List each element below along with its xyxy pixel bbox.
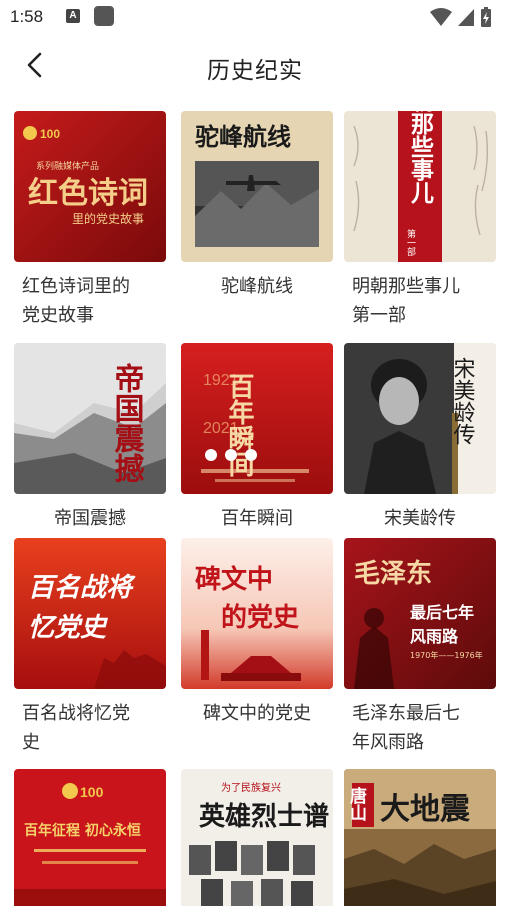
thumb-text: 忆党史 xyxy=(28,613,109,643)
grid-item[interactable]: 毛泽东 最后七年 风雨路 1970年——1976年 毛泽东最后七 年风雨路 xyxy=(344,538,496,757)
grid-item[interactable]: 唐山 大地震 xyxy=(344,769,496,906)
cover-image: 100 百年征程 初心永恒 xyxy=(14,769,166,906)
thumb-text: 帝国震撼 xyxy=(109,362,145,483)
grid-item[interactable]: 100 百年征程 初心永恒 xyxy=(14,769,166,906)
cover-image: 100 系列融媒体产品 红色诗词 里的党史故事 xyxy=(14,111,166,262)
notification-icon: A xyxy=(66,9,80,23)
thumb-text: 红色诗词 xyxy=(28,176,148,211)
cover-image: 为了民族复兴 英雄烈士谱 xyxy=(181,769,333,906)
item-title: 帝国震撼 xyxy=(54,508,126,529)
thumb-text: 大地震 xyxy=(380,792,471,827)
thumb-text: 英雄烈士谱 xyxy=(199,801,329,832)
cover-image: 宋美龄传 xyxy=(344,343,496,494)
thumb-text: 第一部 xyxy=(405,228,416,257)
grid-item[interactable]: 宋美龄传 宋美龄传 xyxy=(344,343,496,533)
thumb-text: 最后七年 xyxy=(410,603,474,622)
cover-image: 驼峰航线 xyxy=(181,111,333,262)
thumb-text: 里的党史故事 xyxy=(72,211,144,226)
wifi-icon xyxy=(430,8,452,26)
thumb-text: 系列融媒体产品 xyxy=(36,160,99,172)
status-icons xyxy=(430,7,491,27)
cover-image: 毛泽东 最后七年 风雨路 1970年——1976年 xyxy=(344,538,496,689)
item-title: 红色诗词里的 党史故事 xyxy=(22,276,130,326)
app-header: 历史纪实 xyxy=(0,34,510,96)
page-title: 历史纪实 xyxy=(207,58,303,84)
battery-charging-icon xyxy=(481,7,491,27)
item-title: 驼峰航线 xyxy=(221,276,293,297)
thumb-text: 毛泽东 xyxy=(354,558,432,589)
thumb-text: 的党史 xyxy=(221,602,300,633)
status-time: 1:58 xyxy=(10,7,44,26)
thumb-text: 碑文中 xyxy=(195,564,273,595)
item-title: 百年瞬间 xyxy=(221,508,293,529)
thumb-text: 驼峰航线 xyxy=(195,122,291,151)
item-title: 百名战将忆党史 xyxy=(22,703,130,753)
item-title: 明朝那些事儿 第一部 xyxy=(352,276,460,326)
thumb-text: 唐山 xyxy=(346,786,367,822)
thumb-text: 百名战将 xyxy=(28,573,136,603)
svg-text:100: 100 xyxy=(40,127,60,141)
grid-item[interactable]: 驼峰航线 驼峰航线 xyxy=(181,111,333,301)
cover-image: 碑文中 的党史 xyxy=(181,538,333,689)
thumb-text: 宋美龄传 xyxy=(450,357,476,445)
grid-item[interactable]: 百名战将 忆党史 百名战将忆党史 xyxy=(14,538,166,757)
grid-item[interactable]: 碑文中 的党史 碑文中的党史 xyxy=(181,538,333,728)
grid-item[interactable]: 1921 2021 百年瞬间 百年瞬间 xyxy=(181,343,333,533)
app-notification-icon xyxy=(94,6,114,26)
thumb-text: 为了民族复兴 xyxy=(221,781,281,794)
status-bar: 1:58 A xyxy=(0,0,510,34)
cover-image: 唐山 大地震 xyxy=(344,769,496,906)
cover-image: 百名战将 忆党史 xyxy=(14,538,166,689)
grid-item[interactable]: 为了民族复兴 英雄烈士谱 xyxy=(181,769,333,906)
grid-item[interactable]: 100 系列融媒体产品 红色诗词 里的党史故事 红色诗词里的 党史故事 xyxy=(14,111,166,330)
grid-item[interactable]: 明朝那些事儿 第一部 明朝那些事儿 第一部 xyxy=(344,111,496,330)
thumb-text: 百年瞬间 xyxy=(224,373,254,477)
grid-item[interactable]: 帝国震撼 帝国震撼 xyxy=(14,343,166,533)
thumb-text: 百年征程 初心永恒 xyxy=(24,822,141,839)
thumb-text: 明朝那些事儿 xyxy=(407,111,435,204)
item-title: 毛泽东最后七 年风雨路 xyxy=(352,703,460,753)
cover-image: 明朝那些事儿 第一部 xyxy=(344,111,496,262)
item-title: 碑文中的党史 xyxy=(203,703,311,724)
svg-text:100: 100 xyxy=(80,784,104,800)
signal-icon xyxy=(458,9,474,26)
thumb-text: 风雨路 xyxy=(410,627,459,646)
item-title: 宋美龄传 xyxy=(384,508,456,529)
cover-image: 帝国震撼 xyxy=(14,343,166,494)
thumb-text: 1970年——1976年 xyxy=(410,650,483,660)
cover-image: 1921 2021 百年瞬间 xyxy=(181,343,333,494)
